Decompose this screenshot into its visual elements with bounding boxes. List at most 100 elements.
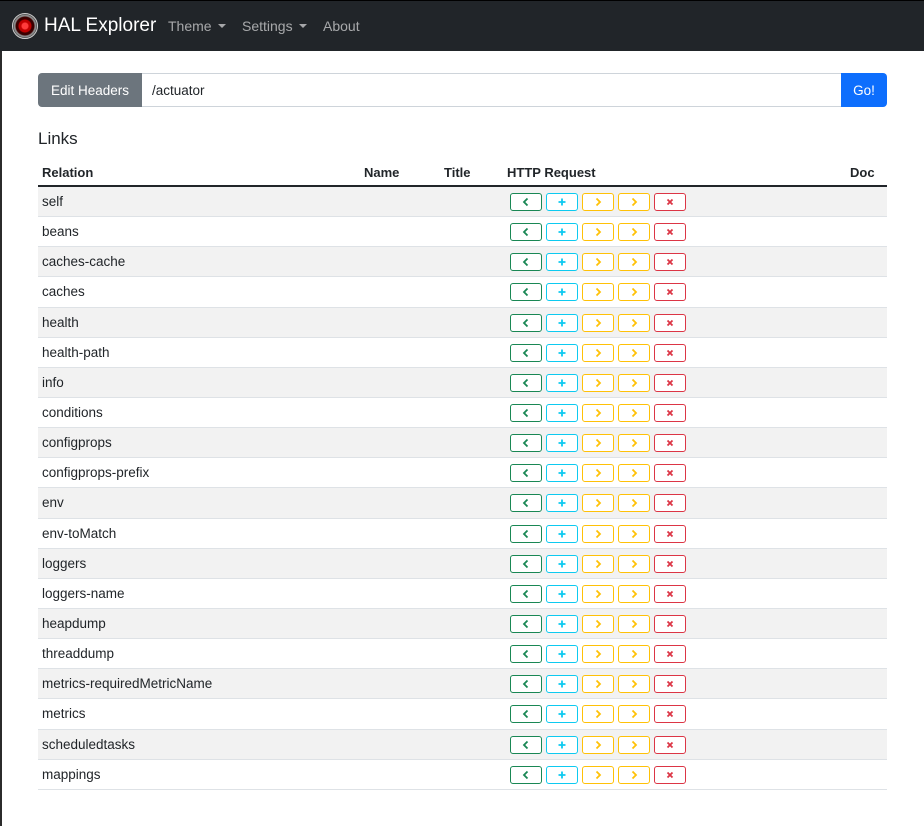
- put-request-button[interactable]: [582, 373, 614, 392]
- get-request-button[interactable]: [510, 193, 542, 211]
- post-request-button[interactable]: [546, 765, 578, 784]
- put-request-button[interactable]: [582, 464, 614, 483]
- put-request-button[interactable]: [582, 524, 614, 543]
- patch-request-button[interactable]: [618, 283, 650, 302]
- settings-menu[interactable]: Settings: [242, 18, 307, 34]
- put-request-button[interactable]: [582, 343, 614, 362]
- patch-request-button[interactable]: [618, 193, 650, 211]
- post-request-button[interactable]: [546, 193, 578, 211]
- get-request-button[interactable]: [510, 464, 542, 483]
- put-request-button[interactable]: [582, 645, 614, 664]
- post-request-button[interactable]: [546, 524, 578, 543]
- post-request-button[interactable]: [546, 464, 578, 483]
- patch-request-button[interactable]: [618, 554, 650, 573]
- get-request-button[interactable]: [510, 584, 542, 603]
- put-request-button[interactable]: [582, 253, 614, 272]
- delete-request-button[interactable]: [654, 494, 686, 513]
- delete-request-button[interactable]: [654, 434, 686, 453]
- patch-request-button[interactable]: [618, 464, 650, 483]
- patch-request-button[interactable]: [618, 765, 650, 784]
- put-request-button[interactable]: [582, 403, 614, 422]
- delete-request-button[interactable]: [654, 705, 686, 724]
- put-request-button[interactable]: [582, 584, 614, 603]
- patch-request-button[interactable]: [618, 223, 650, 242]
- post-request-button[interactable]: [546, 313, 578, 332]
- delete-request-button[interactable]: [654, 403, 686, 422]
- get-request-button[interactable]: [510, 373, 542, 392]
- delete-request-button[interactable]: [654, 283, 686, 302]
- post-request-button[interactable]: [546, 283, 578, 302]
- get-request-button[interactable]: [510, 765, 542, 784]
- patch-request-button[interactable]: [618, 584, 650, 603]
- patch-request-button[interactable]: [618, 735, 650, 754]
- put-request-button[interactable]: [582, 614, 614, 633]
- delete-request-button[interactable]: [654, 645, 686, 664]
- brand[interactable]: HAL Explorer: [12, 13, 156, 39]
- about-link[interactable]: About: [323, 18, 360, 34]
- post-request-button[interactable]: [546, 645, 578, 664]
- post-request-button[interactable]: [546, 403, 578, 422]
- get-request-button[interactable]: [510, 614, 542, 633]
- get-request-button[interactable]: [510, 735, 542, 754]
- delete-request-button[interactable]: [654, 735, 686, 754]
- patch-request-button[interactable]: [618, 524, 650, 543]
- patch-request-button[interactable]: [618, 645, 650, 664]
- delete-request-button[interactable]: [654, 524, 686, 543]
- patch-request-button[interactable]: [618, 494, 650, 513]
- get-request-button[interactable]: [510, 253, 542, 272]
- edit-headers-button[interactable]: Edit Headers: [38, 73, 142, 107]
- put-request-button[interactable]: [582, 735, 614, 754]
- patch-request-button[interactable]: [618, 313, 650, 332]
- delete-request-button[interactable]: [654, 675, 686, 694]
- post-request-button[interactable]: [546, 584, 578, 603]
- delete-request-button[interactable]: [654, 253, 686, 272]
- get-request-button[interactable]: [510, 343, 542, 362]
- get-request-button[interactable]: [510, 434, 542, 453]
- post-request-button[interactable]: [546, 343, 578, 362]
- get-request-button[interactable]: [510, 223, 542, 242]
- get-request-button[interactable]: [510, 494, 542, 513]
- delete-request-button[interactable]: [654, 614, 686, 633]
- post-request-button[interactable]: [546, 614, 578, 633]
- post-request-button[interactable]: [546, 554, 578, 573]
- put-request-button[interactable]: [582, 434, 614, 453]
- patch-request-button[interactable]: [618, 614, 650, 633]
- delete-request-button[interactable]: [654, 373, 686, 392]
- patch-request-button[interactable]: [618, 403, 650, 422]
- get-request-button[interactable]: [510, 675, 542, 694]
- patch-request-button[interactable]: [618, 373, 650, 392]
- patch-request-button[interactable]: [618, 253, 650, 272]
- delete-request-button[interactable]: [654, 223, 686, 242]
- put-request-button[interactable]: [582, 494, 614, 513]
- theme-menu[interactable]: Theme: [168, 18, 226, 34]
- post-request-button[interactable]: [546, 223, 578, 242]
- patch-request-button[interactable]: [618, 343, 650, 362]
- post-request-button[interactable]: [546, 253, 578, 272]
- delete-request-button[interactable]: [654, 464, 686, 483]
- delete-request-button[interactable]: [654, 765, 686, 784]
- get-request-button[interactable]: [510, 554, 542, 573]
- url-input[interactable]: [142, 73, 841, 107]
- put-request-button[interactable]: [582, 554, 614, 573]
- post-request-button[interactable]: [546, 373, 578, 392]
- patch-request-button[interactable]: [618, 434, 650, 453]
- post-request-button[interactable]: [546, 705, 578, 724]
- patch-request-button[interactable]: [618, 705, 650, 724]
- get-request-button[interactable]: [510, 283, 542, 302]
- put-request-button[interactable]: [582, 675, 614, 694]
- delete-request-button[interactable]: [654, 313, 686, 332]
- go-button[interactable]: Go!: [841, 73, 887, 107]
- post-request-button[interactable]: [546, 735, 578, 754]
- put-request-button[interactable]: [582, 193, 614, 211]
- put-request-button[interactable]: [582, 705, 614, 724]
- post-request-button[interactable]: [546, 434, 578, 453]
- post-request-button[interactable]: [546, 675, 578, 694]
- delete-request-button[interactable]: [654, 554, 686, 573]
- get-request-button[interactable]: [510, 524, 542, 543]
- put-request-button[interactable]: [582, 223, 614, 242]
- delete-request-button[interactable]: [654, 584, 686, 603]
- get-request-button[interactable]: [510, 403, 542, 422]
- get-request-button[interactable]: [510, 313, 542, 332]
- patch-request-button[interactable]: [618, 675, 650, 694]
- delete-request-button[interactable]: [654, 343, 686, 362]
